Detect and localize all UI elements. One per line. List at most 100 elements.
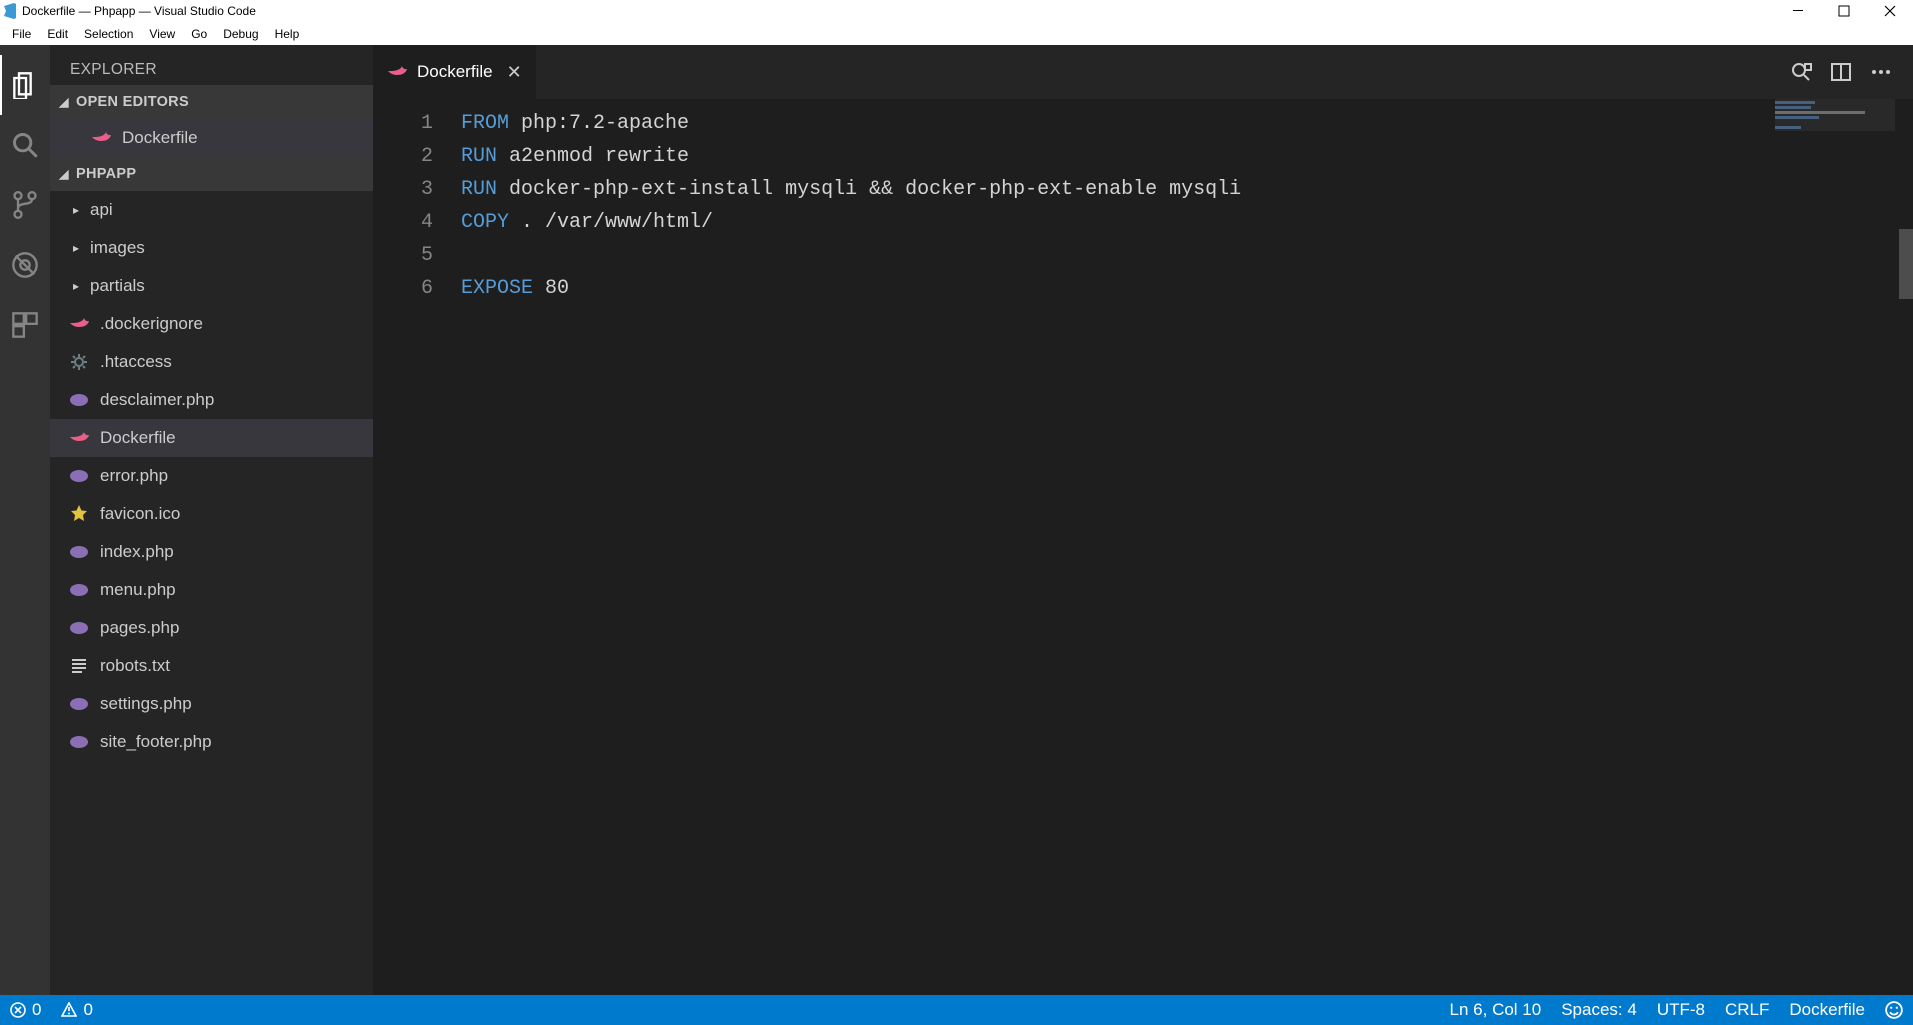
tab-label: Dockerfile <box>417 62 493 82</box>
tree-item-label: error.php <box>100 466 168 486</box>
chevron-down-icon: ◢ <box>56 167 72 181</box>
status-feedback[interactable] <box>1875 995 1913 1025</box>
editor-scroll-handle[interactable] <box>1899 229 1913 299</box>
window-close-button[interactable] <box>1867 0 1913 22</box>
tree-item-label: menu.php <box>100 580 176 600</box>
sidebar-title: EXPLORER <box>50 45 373 85</box>
editor-area: Dockerfile ✕ 123456 FROM php:7.2-apacheR… <box>373 45 1913 995</box>
menu-bar: File Edit Selection View Go Debug Help <box>0 22 1913 45</box>
status-eol[interactable]: CRLF <box>1715 995 1779 1025</box>
editor-gutter: 123456 <box>373 99 461 995</box>
status-errors[interactable]: 0 <box>0 995 51 1025</box>
tab-close-button[interactable]: ✕ <box>507 62 522 83</box>
file-item[interactable]: settings.php <box>50 685 373 723</box>
file-item[interactable]: .dockerignore <box>50 305 373 343</box>
file-item[interactable]: error.php <box>50 457 373 495</box>
status-line-col[interactable]: Ln 6, Col 10 <box>1440 995 1552 1025</box>
php-icon <box>68 731 90 753</box>
window-title: Dockerfile — Phpapp — Visual Studio Code <box>22 4 256 18</box>
gear-icon <box>68 351 90 373</box>
editor-code[interactable]: FROM php:7.2-apacheRUN a2enmod rewriteRU… <box>461 99 1913 995</box>
php-icon <box>68 389 90 411</box>
error-icon <box>10 1002 26 1018</box>
docker-icon <box>68 313 90 335</box>
tree-item-label: favicon.ico <box>100 504 180 524</box>
activity-source-control[interactable] <box>0 175 50 235</box>
open-editors-label: OPEN EDITORS <box>76 94 189 110</box>
activity-debug[interactable] <box>0 235 50 295</box>
folder-item[interactable]: ▸ images <box>50 229 373 267</box>
explorer-sidebar: EXPLORER ◢ OPEN EDITORS Dockerfile ◢ PHP… <box>50 45 373 995</box>
tree-item-label: site_footer.php <box>100 732 212 752</box>
editor-action-find[interactable] <box>1781 52 1821 92</box>
vscode-icon <box>2 3 18 19</box>
file-item[interactable]: desclaimer.php <box>50 381 373 419</box>
menu-edit[interactable]: Edit <box>39 22 76 45</box>
window-minimize-button[interactable] <box>1775 0 1821 22</box>
chevron-right-icon: ▸ <box>68 241 84 255</box>
file-item[interactable]: .htaccess <box>50 343 373 381</box>
status-language[interactable]: Dockerfile <box>1779 995 1875 1025</box>
open-editors-header[interactable]: ◢ OPEN EDITORS <box>50 85 373 119</box>
file-item[interactable]: site_footer.php <box>50 723 373 761</box>
editor-action-more[interactable] <box>1861 52 1901 92</box>
file-item[interactable]: pages.php <box>50 609 373 647</box>
chevron-right-icon: ▸ <box>68 203 84 217</box>
tree-item-label: partials <box>90 276 145 296</box>
activity-extensions[interactable] <box>0 295 50 355</box>
open-editor-item[interactable]: Dockerfile <box>50 119 373 157</box>
star-icon <box>68 503 90 525</box>
lines-icon <box>68 655 90 677</box>
file-item[interactable]: favicon.ico <box>50 495 373 533</box>
docker-icon <box>90 127 112 149</box>
php-icon <box>68 465 90 487</box>
editor-action-split[interactable] <box>1821 52 1861 92</box>
activity-explorer[interactable] <box>0 55 50 115</box>
minimap[interactable] <box>1775 99 1895 139</box>
status-encoding[interactable]: UTF-8 <box>1647 995 1715 1025</box>
menu-go[interactable]: Go <box>183 22 215 45</box>
chevron-down-icon: ◢ <box>56 95 72 109</box>
tree-item-label: api <box>90 200 113 220</box>
activity-search[interactable] <box>0 115 50 175</box>
php-icon <box>68 541 90 563</box>
tab-dockerfile[interactable]: Dockerfile ✕ <box>373 45 536 99</box>
docker-icon <box>387 62 407 82</box>
tree-item-label: index.php <box>100 542 174 562</box>
editor-tabs: Dockerfile ✕ <box>373 45 1913 99</box>
menu-selection[interactable]: Selection <box>76 22 141 45</box>
tree-item-label: images <box>90 238 145 258</box>
tree-item-label: pages.php <box>100 618 179 638</box>
activity-bar <box>0 45 50 995</box>
tree-item-label: .htaccess <box>100 352 172 372</box>
docker-icon <box>68 427 90 449</box>
file-item[interactable]: index.php <box>50 533 373 571</box>
status-bar: 0 0 Ln 6, Col 10 Spaces: 4 UTF-8 CRLF Do… <box>0 995 1913 1025</box>
php-icon <box>68 693 90 715</box>
open-editor-label: Dockerfile <box>122 128 198 148</box>
workspace-header[interactable]: ◢ PHPAPP <box>50 157 373 191</box>
status-spaces[interactable]: Spaces: 4 <box>1551 995 1647 1025</box>
folder-item[interactable]: ▸ partials <box>50 267 373 305</box>
smile-icon <box>1885 1001 1903 1019</box>
php-icon <box>68 617 90 639</box>
menu-help[interactable]: Help <box>267 22 308 45</box>
warning-icon <box>61 1002 77 1018</box>
tree-item-label: settings.php <box>100 694 192 714</box>
menu-debug[interactable]: Debug <box>215 22 266 45</box>
tree-item-label: .dockerignore <box>100 314 203 334</box>
tree-item-label: desclaimer.php <box>100 390 214 410</box>
title-bar: Dockerfile — Phpapp — Visual Studio Code <box>0 0 1913 22</box>
tree-item-label: Dockerfile <box>100 428 176 448</box>
php-icon <box>68 579 90 601</box>
file-item[interactable]: Dockerfile <box>50 419 373 457</box>
file-item[interactable]: menu.php <box>50 571 373 609</box>
window-maximize-button[interactable] <box>1821 0 1867 22</box>
folder-item[interactable]: ▸ api <box>50 191 373 229</box>
menu-view[interactable]: View <box>141 22 183 45</box>
status-warnings[interactable]: 0 <box>51 995 102 1025</box>
chevron-right-icon: ▸ <box>68 279 84 293</box>
workspace-label: PHPAPP <box>76 166 136 182</box>
menu-file[interactable]: File <box>4 22 39 45</box>
file-item[interactable]: robots.txt <box>50 647 373 685</box>
